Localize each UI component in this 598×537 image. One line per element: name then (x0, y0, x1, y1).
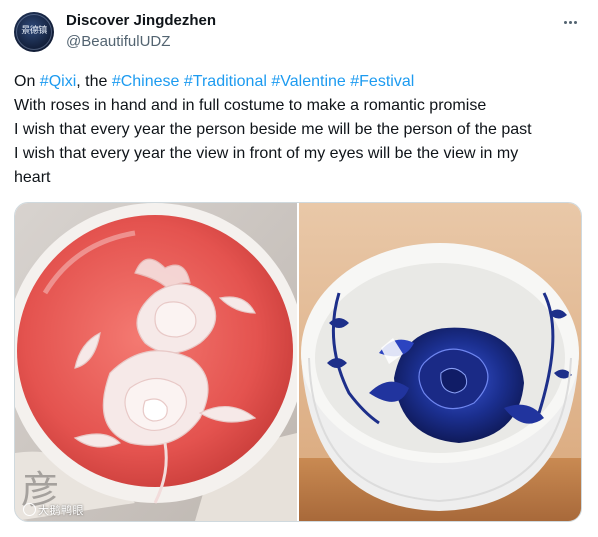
tweet-line-5: heart (14, 169, 51, 186)
hashtag-valentine[interactable]: #Valentine (271, 73, 345, 90)
avatar-logo-text: 景德镇 (21, 26, 47, 36)
hashtag-chinese[interactable]: #Chinese (112, 73, 180, 90)
photo-blue-white-bowl[interactable] (299, 203, 581, 521)
tweet-line-4: I wish that every year the view in front… (14, 145, 519, 162)
tweet-line-3: I wish that every year the person beside… (14, 121, 532, 138)
author-name[interactable]: Discover Jingdezhen (66, 12, 216, 29)
hashtag-festival[interactable]: #Festival (350, 73, 414, 90)
avatar[interactable]: 景德镇 (14, 12, 54, 52)
tweet-text: On #Qixi, the #Chinese #Traditional #Val… (14, 70, 588, 190)
more-dot (568, 20, 572, 24)
watermark-circle-icon (23, 503, 36, 516)
author-handle[interactable]: @BeautifulUDZ (66, 33, 170, 50)
more-dot (573, 20, 577, 24)
more-dot (563, 20, 567, 24)
watermark-text: 大鹅鸭眼 (38, 504, 84, 517)
text-fragment: , the (76, 73, 112, 90)
tweet-line-1: On #Qixi, the #Chinese #Traditional #Val… (14, 70, 588, 94)
more-options-icon[interactable] (560, 12, 580, 32)
hashtag-qixi[interactable]: #Qixi (40, 73, 76, 90)
tweet: 景德镇 Discover Jingdezhen @BeautifulUDZ On… (0, 0, 598, 537)
watermark: 大鹅鸭眼 (23, 502, 84, 518)
photo-red-cup[interactable]: 彦 (15, 203, 297, 521)
text-fragment: On (14, 73, 40, 90)
hashtag-traditional[interactable]: #Traditional (184, 73, 267, 90)
media-grid: 彦 大鹅鸭眼 (14, 202, 582, 522)
tweet-line-2: With roses in hand and in full costume t… (14, 97, 487, 114)
